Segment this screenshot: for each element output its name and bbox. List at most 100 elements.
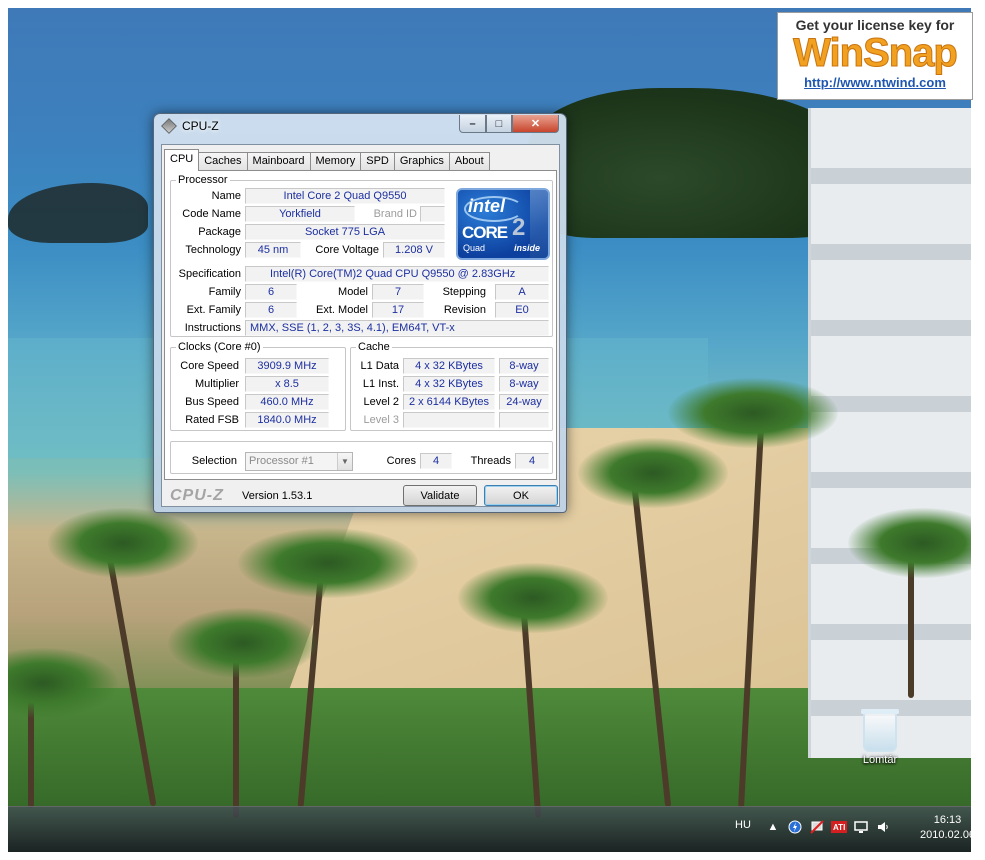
tab-graphics[interactable]: Graphics	[393, 152, 450, 171]
clock-time[interactable]: 16:13	[920, 813, 975, 828]
processor-select[interactable]: Processor #1 ▼	[245, 452, 353, 471]
clock[interactable]: 16:13 2010.02.06	[920, 813, 975, 843]
l1inst-label: L1 Inst.	[362, 378, 399, 390]
watermark-url[interactable]: http://www.ntwind.com	[778, 75, 972, 90]
network-speed-icon[interactable]	[787, 819, 803, 835]
logo-brand: intel	[468, 196, 506, 216]
corevoltage-value: 1.208 V	[383, 242, 445, 258]
volume-icon[interactable]	[875, 819, 891, 835]
svg-text:ATI: ATI	[833, 823, 845, 832]
threads-label: Threads	[470, 455, 511, 467]
corespeed-label: Core Speed	[180, 360, 239, 372]
l1data-value: 4 x 32 KBytes	[403, 358, 495, 374]
name-label: Name	[211, 190, 241, 202]
cpu-tab-page: Processor Name Intel Core 2 Quad Q9550 C…	[164, 170, 557, 480]
ratedfsb-label: Rated FSB	[185, 414, 239, 426]
window-title: CPU-Z	[182, 119, 219, 133]
processor-legend: Processor	[178, 174, 228, 186]
cores-label: Cores	[386, 455, 416, 467]
system-tray: ▲ ATI	[765, 819, 891, 835]
cpuz-footer-logo: CPU-Z	[170, 487, 224, 504]
recycle-bin-label[interactable]: Lomtár	[850, 754, 910, 766]
tab-memory[interactable]: Memory	[309, 152, 362, 171]
level2-label: Level 2	[363, 396, 399, 408]
window-client: CPU Caches Mainboard Memory SPD Graphics…	[161, 144, 560, 507]
package-value: Socket 775 LGA	[245, 224, 445, 240]
threads-value: 4	[515, 453, 549, 469]
extmodel-label: Ext. Model	[316, 304, 368, 316]
level2-assoc: 24-way	[499, 394, 549, 410]
tab-spd[interactable]: SPD	[360, 152, 395, 171]
display-icon[interactable]	[853, 819, 869, 835]
corespeed-value: 3909.9 MHz	[245, 358, 329, 374]
l1inst-assoc: 8-way	[499, 376, 549, 392]
level3-label: Level 3	[363, 414, 399, 426]
family-value: 6	[245, 284, 297, 300]
show-hidden-icon[interactable]: ▲	[765, 819, 781, 835]
validate-button[interactable]: Validate	[403, 485, 477, 506]
ati-icon[interactable]: ATI	[831, 819, 847, 835]
technology-label: Technology	[185, 244, 241, 256]
stepping-label: Stepping	[442, 286, 486, 298]
taskbar: HU ▲ ATI 16:13 2010.02.06	[8, 806, 975, 852]
recycle-bin-icon[interactable]	[861, 709, 899, 752]
clocks-legend: Clocks (Core #0)	[178, 341, 261, 353]
logo-line: CORE	[462, 223, 508, 242]
tab-cpu[interactable]: CPU	[164, 149, 200, 171]
intel-core2-quad-logo: intel CORE 2 Quad inside	[456, 188, 550, 260]
processor-select-value[interactable]: Processor #1	[249, 455, 314, 467]
cores-value: 4	[420, 453, 452, 469]
logo-variant: Quad	[463, 243, 486, 253]
specification-value: Intel(R) Core(TM)2 Quad CPU Q9550 @ 2.83…	[245, 266, 549, 282]
logo-gen: 2	[512, 214, 526, 241]
instructions-value: MMX, SSE (1, 2, 3, 3S, 4.1), EM64T, VT-x	[245, 320, 549, 336]
technology-value: 45 nm	[245, 242, 301, 258]
level3-assoc	[499, 412, 549, 428]
ok-button[interactable]: OK	[484, 485, 558, 506]
network-icon[interactable]	[809, 819, 825, 835]
cpuz-app-icon[interactable]	[161, 118, 177, 134]
selection-label: Selection	[191, 455, 237, 467]
watermark-brand: WinSnap	[793, 31, 959, 75]
level2-value: 2 x 6144 KBytes	[403, 394, 495, 410]
title-bar[interactable]: CPU-Z – □ ✕	[154, 114, 566, 138]
maximize-button[interactable]: □	[486, 115, 512, 133]
name-value: Intel Core 2 Quad Q9550	[245, 188, 445, 204]
chevron-down-icon[interactable]: ▼	[337, 453, 352, 470]
extfamily-value: 6	[245, 302, 297, 318]
logo-inside: inside	[514, 243, 541, 253]
level3-value	[403, 412, 495, 428]
package-label: Package	[198, 226, 241, 238]
l1inst-value: 4 x 32 KBytes	[403, 376, 495, 392]
multiplier-value: x 8.5	[245, 376, 329, 392]
brandid-value	[420, 206, 445, 222]
stepping-value: A	[495, 284, 549, 300]
model-value: 7	[372, 284, 424, 300]
extfamily-label: Ext. Family	[186, 304, 241, 316]
instructions-label: Instructions	[184, 322, 241, 334]
revision-value: E0	[495, 302, 549, 318]
winsnap-watermark: Get your license key for WinSnap http://…	[777, 12, 973, 100]
brandid-label: Brand ID	[373, 208, 417, 220]
tab-caches[interactable]: Caches	[198, 152, 248, 171]
minimize-button[interactable]: –	[459, 115, 486, 133]
codename-value: Yorkfield	[245, 206, 355, 222]
recycle-bin[interactable]: Lomtár	[850, 709, 910, 766]
l1data-assoc: 8-way	[499, 358, 549, 374]
busspeed-value: 460.0 MHz	[245, 394, 329, 410]
version-label: Version 1.53.1	[242, 490, 313, 502]
cache-legend: Cache	[358, 341, 390, 353]
close-button[interactable]: ✕	[512, 115, 559, 133]
family-label: Family	[208, 286, 241, 298]
cpuz-window: CPU-Z – □ ✕ CPU Caches Mainboard Memory …	[153, 113, 567, 513]
extmodel-value: 17	[372, 302, 424, 318]
l1data-label: L1 Data	[360, 360, 399, 372]
revision-label: Revision	[443, 304, 486, 316]
busspeed-label: Bus Speed	[185, 396, 239, 408]
clock-date[interactable]: 2010.02.06	[920, 828, 975, 843]
tab-mainboard[interactable]: Mainboard	[246, 152, 311, 171]
tab-about[interactable]: About	[448, 152, 490, 171]
language-indicator[interactable]: HU	[735, 819, 751, 831]
multiplier-label: Multiplier	[194, 378, 239, 390]
codename-label: Code Name	[182, 208, 241, 220]
